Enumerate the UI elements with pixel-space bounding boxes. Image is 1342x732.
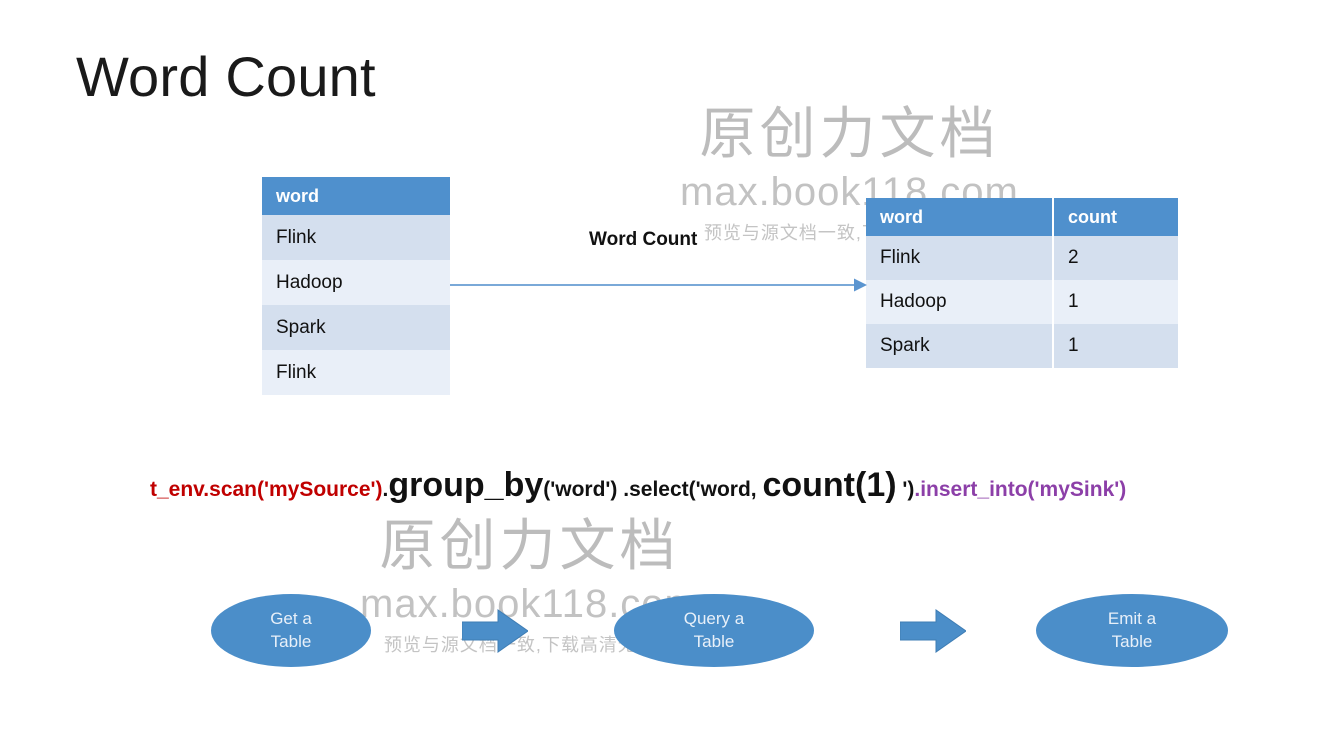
flow-step-label-line1: Query a bbox=[683, 608, 745, 628]
cell-count: 1 bbox=[1052, 324, 1178, 368]
table-row: Flink 2 bbox=[866, 236, 1178, 280]
flow-step-label-line1: Get a bbox=[270, 608, 312, 628]
cell-word: Flink bbox=[262, 215, 450, 260]
page-title: Word Count bbox=[76, 45, 376, 108]
flow-step-label-line2: Table bbox=[693, 631, 735, 651]
cell-word: Flink bbox=[866, 236, 1053, 280]
flow-step-label: Emit a Table bbox=[1108, 608, 1156, 654]
flow-step-get-a-table: Get a Table bbox=[211, 594, 371, 667]
column-header-word: word bbox=[262, 177, 450, 215]
transform-arrow-label: Word Count bbox=[589, 229, 698, 250]
block-arrow-right-icon bbox=[462, 609, 528, 653]
column-header-count: count bbox=[1052, 198, 1178, 236]
cell-word: Hadoop bbox=[866, 280, 1053, 324]
flow-step-label-line2: Table bbox=[270, 631, 312, 651]
cell-word: Spark bbox=[866, 324, 1053, 368]
table-header-row: word bbox=[262, 177, 450, 215]
watermark-brand-text: 原创力文档 bbox=[379, 514, 680, 577]
flow-step-label: Query a Table bbox=[684, 608, 744, 654]
table-header-row: word count bbox=[866, 198, 1178, 236]
watermark-brand-text: 原创力文档 bbox=[699, 102, 1000, 165]
code-line: t_env.scan('mySource').group_by('word') … bbox=[150, 468, 1290, 502]
table-row: Flink bbox=[262, 215, 450, 260]
arrow-right-icon bbox=[450, 278, 867, 292]
column-header-word: word bbox=[866, 198, 1053, 236]
flow-step-query-a-table: Query a Table bbox=[614, 594, 814, 667]
code-segment-count: count(1) bbox=[762, 466, 897, 504]
cell-count: 1 bbox=[1052, 280, 1178, 324]
flow-step-label-line2: Table bbox=[1111, 631, 1153, 651]
code-segment-group-by: group_by bbox=[388, 466, 544, 504]
cell-word: Spark bbox=[262, 305, 450, 350]
code-segment-insert-into: .insert_into('mySink') bbox=[914, 478, 1127, 501]
flow-step-emit-a-table: Emit a Table bbox=[1036, 594, 1228, 667]
table-row: Spark 1 bbox=[866, 324, 1178, 368]
code-segment-close: ') bbox=[896, 478, 915, 501]
block-arrow-right-icon bbox=[900, 609, 966, 653]
code-segment-select: ('word') .select('word, bbox=[543, 478, 763, 501]
table-row: Hadoop 1 bbox=[866, 280, 1178, 324]
slide-canvas: Word Count 原创力文档 max.book118.com 预览与源文档一… bbox=[0, 0, 1342, 732]
flow-step-label-line1: Emit a bbox=[1107, 608, 1157, 628]
cell-word: Hadoop bbox=[262, 260, 450, 305]
code-segment-scan: t_env.scan('mySource') bbox=[150, 478, 383, 501]
source-table: word Flink Hadoop Spark Flink bbox=[262, 177, 450, 395]
table-row: Hadoop bbox=[262, 260, 450, 305]
result-table: word count Flink 2 Hadoop 1 Spark 1 bbox=[866, 198, 1178, 368]
cell-word: Flink bbox=[262, 350, 450, 395]
cell-count: 2 bbox=[1052, 236, 1178, 280]
table-row: Spark bbox=[262, 305, 450, 350]
table-row: Flink bbox=[262, 350, 450, 395]
flow-step-label: Get a Table bbox=[270, 608, 312, 654]
